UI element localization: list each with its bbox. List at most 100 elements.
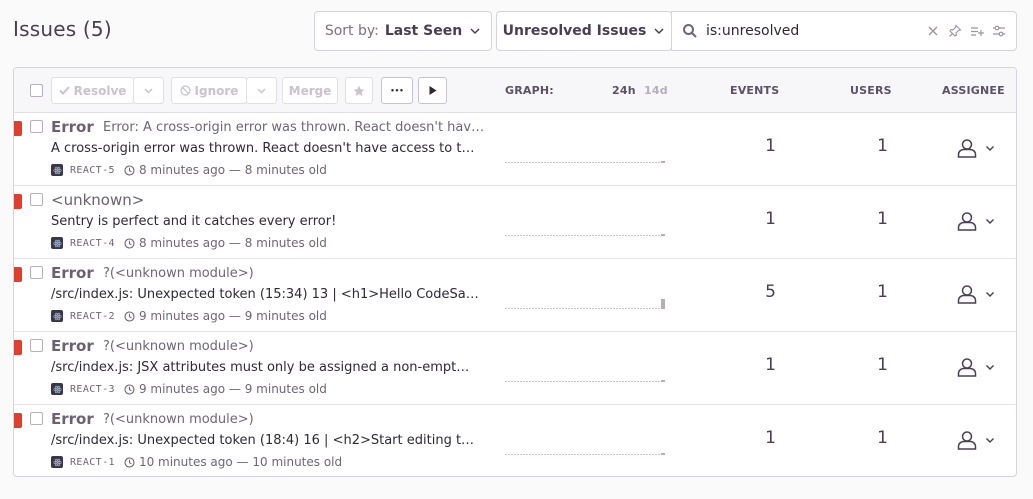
assignee-selector[interactable]	[956, 429, 995, 451]
react-project-icon	[51, 310, 63, 322]
assignee-selector[interactable]	[956, 137, 995, 159]
graph-bar	[661, 161, 665, 163]
level-indicator	[14, 121, 22, 136]
chevron-down-icon	[986, 438, 994, 443]
react-project-icon	[51, 164, 63, 176]
more-actions-button[interactable]: •••	[381, 77, 413, 104]
merge-label: Merge	[288, 83, 332, 98]
level-indicator	[14, 194, 22, 209]
issue-title[interactable]: Error	[51, 264, 94, 282]
clock-icon	[124, 164, 135, 176]
graph-bar	[661, 234, 665, 236]
chevron-down-icon	[986, 365, 994, 370]
issue-short-id[interactable]: REACT-1	[70, 457, 115, 468]
issue-short-id[interactable]: REACT-3	[70, 384, 115, 395]
chevron-down-icon	[257, 88, 266, 94]
issue-events-count: 1	[765, 428, 776, 448]
pin-icon[interactable]	[948, 24, 962, 38]
issue-title[interactable]: Error	[51, 337, 94, 355]
ignore-button[interactable]: Ignore	[171, 77, 247, 104]
event-graph	[505, 234, 665, 236]
issue-row[interactable]: Error /src/index.js: Unexpected token (1…	[14, 259, 1016, 332]
level-indicator	[14, 267, 22, 282]
chevron-down-icon	[654, 28, 664, 35]
chevron-down-icon	[470, 28, 480, 35]
issue-row[interactable]: Error A cross-origin error was thrown. R…	[14, 113, 1016, 186]
graph-bar	[661, 380, 665, 382]
graph-bar	[661, 453, 665, 455]
issue-short-id[interactable]: REACT-5	[70, 165, 115, 176]
filter-value: Unresolved Issues	[502, 23, 647, 39]
filter-dropdown[interactable]: Unresolved Issues	[496, 11, 672, 51]
ignore-dropdown-button[interactable]	[246, 77, 277, 104]
resolve-button[interactable]: Resolve	[51, 77, 134, 104]
issue-time: 9 minutes ago — 9 minutes old	[138, 382, 327, 396]
search-input[interactable]	[706, 23, 916, 39]
issue-meta: REACT-1 10 minutes ago — 10 minutes old	[51, 455, 342, 469]
assignee-selector[interactable]	[956, 283, 995, 305]
star-icon	[353, 85, 365, 96]
issue-row[interactable]: <unknown> Sentry is perfect and it catch…	[14, 186, 1016, 259]
page-title: Issues (5)	[13, 17, 112, 41]
clock-icon	[124, 456, 135, 468]
issue-message: Sentry is perfect and it catches every e…	[51, 214, 337, 229]
period-14d-toggle[interactable]: 14d	[644, 84, 668, 97]
issue-meta: REACT-4 8 minutes ago — 8 minutes old	[51, 236, 327, 250]
issue-events-count: 1	[765, 355, 776, 375]
chevron-down-icon	[986, 219, 994, 224]
select-all-checkbox[interactable]	[30, 84, 43, 97]
clock-icon	[124, 383, 135, 395]
issue-title[interactable]: Error	[51, 118, 94, 136]
issue-title[interactable]: Error	[51, 410, 94, 428]
issue-row[interactable]: Error /src/index.js: JSX attributes must…	[14, 332, 1016, 405]
chevron-down-icon	[986, 292, 994, 297]
ignore-icon	[179, 85, 191, 96]
realtime-toggle-button[interactable]	[418, 77, 447, 104]
issue-users-count: 1	[877, 355, 888, 375]
issue-message: /src/index.js: Unexpected token (15:34) …	[51, 287, 481, 302]
users-column-header: USERS	[850, 84, 892, 97]
merge-button[interactable]: Merge	[282, 77, 338, 104]
sliders-icon[interactable]	[992, 24, 1006, 38]
issue-checkbox[interactable]	[30, 412, 43, 425]
add-search-icon[interactable]	[970, 24, 984, 38]
bookmark-button[interactable]	[345, 77, 373, 104]
issue-title[interactable]: <unknown>	[51, 191, 144, 209]
sort-dropdown[interactable]: Sort by: Last Seen	[314, 11, 492, 51]
issue-short-id[interactable]: REACT-4	[70, 238, 115, 249]
issue-row[interactable]: Error /src/index.js: Unexpected token (1…	[14, 405, 1016, 476]
resolve-label: Resolve	[73, 83, 127, 98]
issue-subtitle: ?(<unknown module>)	[103, 339, 254, 354]
issue-checkbox[interactable]	[30, 266, 43, 279]
issue-checkbox[interactable]	[30, 193, 43, 206]
play-icon	[429, 86, 437, 95]
issue-users-count: 1	[877, 428, 888, 448]
assignee-column-header: ASSIGNEE	[942, 84, 1005, 97]
issue-checkbox[interactable]	[30, 120, 43, 133]
event-graph	[505, 380, 665, 382]
events-column-header: EVENTS	[730, 84, 780, 97]
period-24h-toggle[interactable]: 24h	[612, 84, 636, 97]
clear-icon[interactable]	[926, 24, 940, 38]
assignee-selector[interactable]	[956, 356, 995, 378]
graph-column-header: GRAPH:	[505, 84, 554, 97]
issue-short-id[interactable]: REACT-2	[70, 311, 115, 322]
issue-checkbox[interactable]	[30, 339, 43, 352]
issue-subtitle: ?(<unknown module>)	[103, 412, 254, 427]
event-graph	[505, 299, 665, 309]
event-graph	[505, 161, 665, 163]
chevron-down-icon	[144, 88, 153, 94]
search-bar	[671, 11, 1017, 51]
react-project-icon	[51, 383, 63, 395]
user-icon	[957, 358, 977, 377]
assignee-selector[interactable]	[956, 210, 995, 232]
level-indicator	[14, 340, 22, 355]
user-icon	[957, 285, 977, 304]
issue-time: 8 minutes ago — 8 minutes old	[138, 163, 327, 177]
issue-message: A cross-origin error was thrown. React d…	[51, 141, 481, 156]
issue-users-count: 1	[877, 209, 888, 229]
sort-value: Last Seen	[384, 23, 463, 39]
resolve-dropdown-button[interactable]	[133, 77, 164, 104]
clock-icon	[124, 310, 135, 322]
graph-bar	[661, 299, 665, 309]
